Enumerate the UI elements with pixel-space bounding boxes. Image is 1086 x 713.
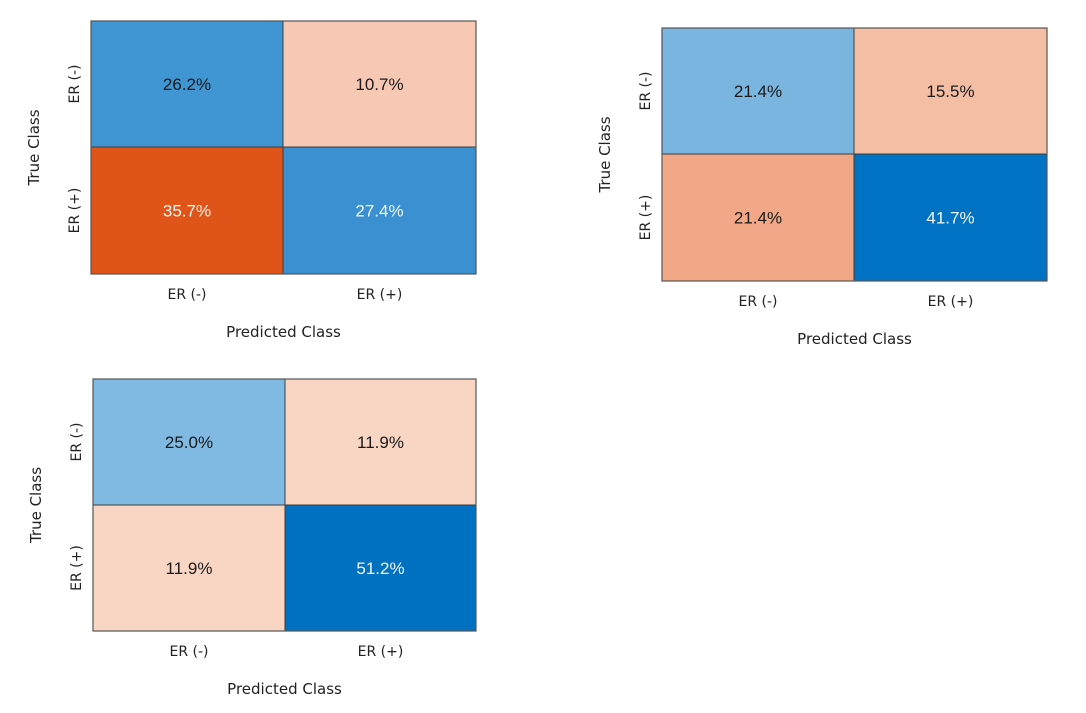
y-axis-title: True Class bbox=[27, 467, 45, 544]
confusion-matrix-top-right: 21.4% 15.5% 21.4% 41.7% ER (-) ER (+) ER (-) ER… bbox=[596, 27, 1048, 348]
cell-value-label: 27.4% bbox=[355, 202, 403, 221]
y-tick-label: ER (-) bbox=[638, 72, 654, 111]
y-tick-label: ER (+) bbox=[69, 545, 85, 591]
y-tick-label: ER (+) bbox=[638, 195, 654, 241]
x-tick-label: ER (+) bbox=[357, 287, 403, 303]
confusion-matrix-bottom-left: 25.0% 11.9% 11.9% 51.2% ER (-) ER (+) ER (-) ER… bbox=[27, 378, 477, 698]
x-tick-label: ER (+) bbox=[358, 644, 404, 660]
cell-value-label: 51.2% bbox=[356, 559, 404, 578]
y-tick-label: ER (-) bbox=[67, 65, 83, 104]
cell-value-label: 21.4% bbox=[734, 82, 782, 101]
cell-value-label: 35.7% bbox=[163, 202, 211, 221]
cell-value-label: 15.5% bbox=[926, 82, 974, 101]
cell-value-label: 11.9% bbox=[357, 433, 404, 452]
cell-value-label: 11.9% bbox=[166, 559, 213, 578]
confusion-matrices-figure: 26.2% 10.7% 35.7% 27.4% ER (-) ER (+) ER (-) ER… bbox=[25, 20, 1048, 698]
cell-value-label: 41.7% bbox=[926, 209, 974, 228]
y-tick-label: ER (-) bbox=[69, 423, 85, 462]
y-axis-title: True Class bbox=[596, 116, 614, 193]
cell-value-label: 25.0% bbox=[165, 433, 213, 452]
cell-value-label: 26.2% bbox=[163, 75, 211, 94]
confusion-matrix-top-left: 26.2% 10.7% 35.7% 27.4% ER (-) ER (+) ER (-) ER… bbox=[25, 20, 477, 341]
x-axis-title: Predicted Class bbox=[227, 680, 342, 698]
y-tick-label: ER (+) bbox=[67, 188, 83, 234]
x-axis-title: Predicted Class bbox=[226, 323, 341, 341]
y-axis-title: True Class bbox=[25, 109, 43, 186]
x-tick-label: ER (-) bbox=[170, 644, 209, 660]
cell-value-label: 10.7% bbox=[355, 75, 403, 94]
x-tick-label: ER (+) bbox=[928, 294, 974, 310]
x-axis-title: Predicted Class bbox=[797, 330, 912, 348]
x-tick-label: ER (-) bbox=[168, 287, 207, 303]
cell-value-label: 21.4% bbox=[734, 209, 782, 228]
x-tick-label: ER (-) bbox=[739, 294, 778, 310]
